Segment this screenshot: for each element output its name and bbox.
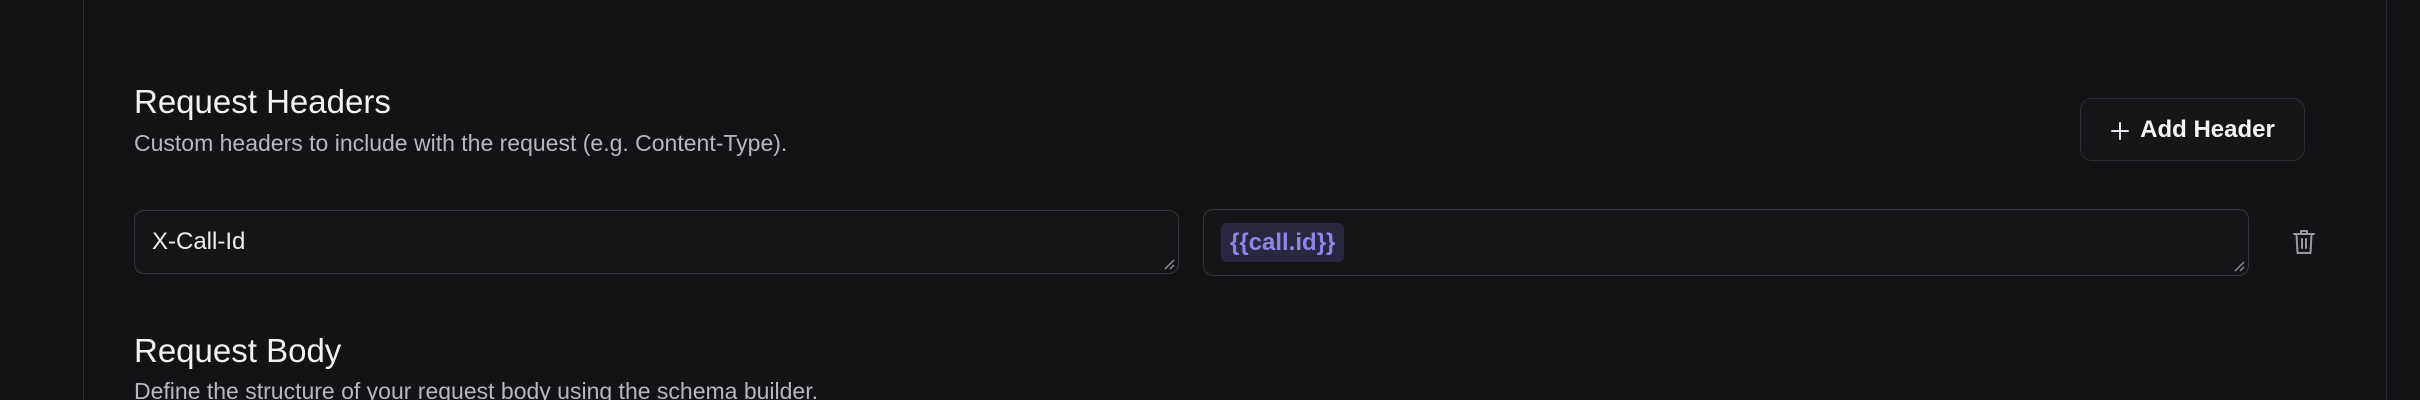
plus-icon [2110, 120, 2130, 140]
template-variable-chip: {{call.id}} [1221, 223, 1345, 262]
resize-handle-icon[interactable] [1161, 256, 1175, 270]
add-header-button[interactable]: Add Header [2080, 98, 2305, 161]
trash-icon[interactable] [2292, 228, 2316, 256]
header-key-input[interactable]: X-Call-Id [134, 210, 1179, 274]
request-headers-title: Request Headers [134, 83, 391, 120]
page: Request Headers Custom headers to includ… [0, 0, 2420, 400]
resize-handle-icon[interactable] [2231, 258, 2245, 272]
header-key-value: X-Call-Id [152, 228, 246, 255]
add-header-label: Add Header [2140, 115, 2275, 143]
settings-panel [83, 0, 2387, 400]
request-body-description: Define the structure of your request bod… [134, 378, 819, 400]
request-body-title: Request Body [134, 332, 342, 369]
header-value-input[interactable]: {{call.id}} [1203, 209, 2249, 276]
request-headers-description: Custom headers to include with the reque… [134, 130, 788, 156]
